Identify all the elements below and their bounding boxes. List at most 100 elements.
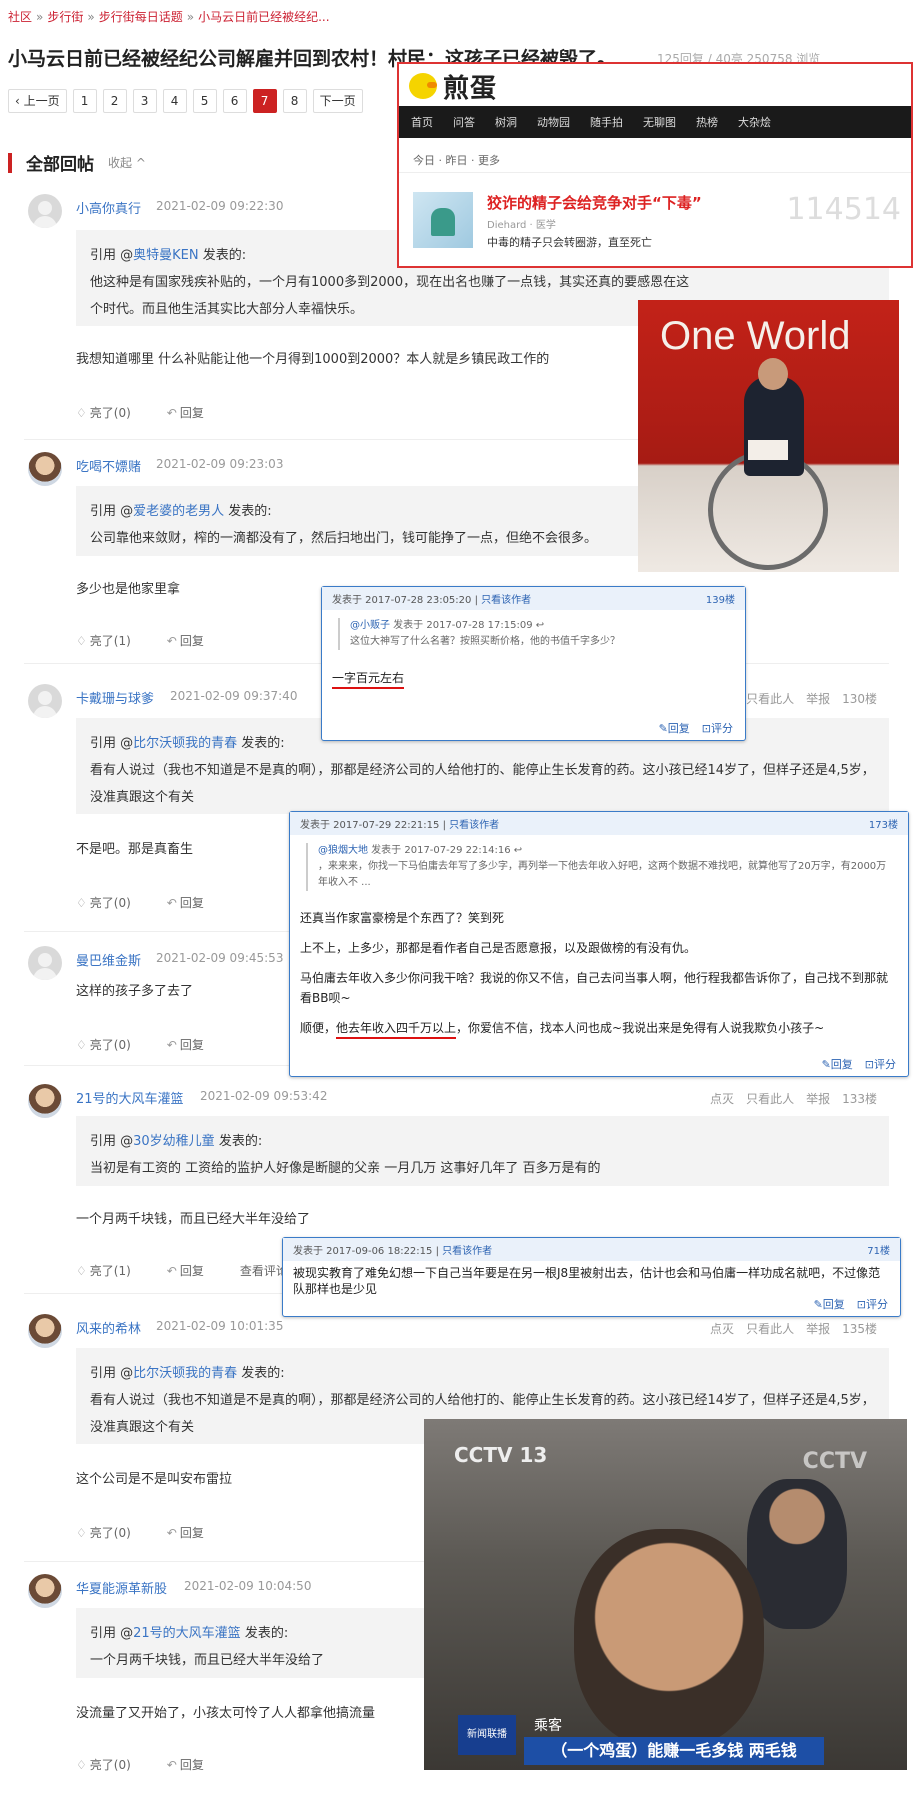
avatar[interactable] (28, 194, 62, 228)
breadcrumb-item-current[interactable]: 小马云日前已经被经纪... (198, 10, 329, 24)
quoted-user-link[interactable]: @小贩子 (350, 620, 390, 631)
page-button[interactable]: 1 (72, 89, 97, 113)
floor-number: 135楼 (842, 1322, 877, 1336)
username-link[interactable]: 华夏能源革新股 (76, 1578, 167, 1597)
only-this-user-button[interactable]: 只看此人 (746, 1090, 794, 1107)
username-link[interactable]: 小高你真行 (76, 198, 141, 217)
post-body: 没流量了又开始了，小孩太可怜了人人都拿他搞流量 (76, 1706, 376, 1721)
username-link[interactable]: 曼巴维金斯 (76, 950, 141, 969)
reply-button[interactable]: ↶ 回复 (167, 894, 204, 911)
username-link[interactable]: 吃喝不嫖赌 (76, 456, 141, 475)
reply-button[interactable]: ↶ 回复 (167, 404, 204, 421)
article-thumbnail[interactable] (413, 192, 473, 248)
reply-button[interactable]: ✎回复 (814, 1296, 845, 1312)
only-this-user-button[interactable]: 只看此人 (746, 1320, 794, 1337)
jiandan-date-filter[interactable]: 今日 · 昨日 · 更多 (413, 152, 500, 168)
nav-item-home[interactable]: 首页 (411, 114, 433, 130)
article-title[interactable]: 狡诈的精子会给竞争对手“下毒” (487, 192, 702, 213)
pencil-icon: ✎ (658, 722, 668, 735)
light-down-button[interactable]: 点灭 (710, 1320, 734, 1337)
light-down-button[interactable]: 点灭 (710, 1090, 734, 1107)
breadcrumb-item-street[interactable]: 步行街 (47, 10, 83, 24)
thumb-icon: ♢ (76, 406, 87, 420)
page-button[interactable]: 6 (222, 89, 247, 113)
page-button[interactable]: 5 (192, 89, 217, 113)
jiandan-logo[interactable]: 煎蛋 (409, 68, 497, 104)
avatar[interactable] (28, 1084, 62, 1118)
nav-item-treehole[interactable]: 树洞 (495, 114, 517, 130)
report-button[interactable]: 举报 (806, 1320, 830, 1337)
rate-button[interactable]: ⊡评分 (865, 1056, 896, 1072)
avatar[interactable] (28, 684, 62, 718)
view-comments-link[interactable]: 查看评论 (240, 1262, 288, 1279)
page-button[interactable]: 4 (162, 89, 187, 113)
quoted-user-link[interactable]: 21号的大风车灌篮 (133, 1626, 241, 1641)
nav-item-snap[interactable]: 随手拍 (590, 114, 623, 130)
rate-button[interactable]: ⊡评分 (857, 1296, 888, 1312)
username-link[interactable]: 风来的希林 (76, 1318, 141, 1337)
reply-icon: ↶ (166, 1264, 177, 1278)
quoted-user-link[interactable]: 比尔沃顿我的青春 (133, 1366, 237, 1381)
breadcrumb-item-community[interactable]: 社区 (8, 10, 32, 24)
nav-item-zoo[interactable]: 动物园 (537, 114, 570, 130)
page-button[interactable]: 2 (102, 89, 127, 113)
breadcrumb-item-topic[interactable]: 步行街每日话题 (99, 10, 183, 24)
light-button[interactable]: ♢ 亮了(0) (76, 404, 131, 421)
only-author-link[interactable]: 只看该作者 (481, 595, 531, 606)
avatar[interactable] (28, 946, 62, 980)
reply-line: 还真当作家富豪榜是个东西了？笑到死 (300, 911, 505, 925)
report-button[interactable]: 举报 (806, 690, 830, 707)
reply-icon: ↶ (166, 1038, 177, 1052)
only-author-link[interactable]: 只看该作者 (449, 820, 499, 831)
reply-box-quote: @小贩子 发表于 2017-07-28 17:15:09 ↩ 这位大神写了什么名… (338, 618, 729, 650)
quoted-user-link[interactable]: 奥特曼KEN (133, 248, 198, 263)
quote-text: 当初是有工资的 工资给的监护人好像是断腿的父亲 一月几万 这事好几年了 百多万是… (90, 1161, 601, 1176)
nav-item-misc[interactable]: 大杂烩 (738, 114, 771, 130)
light-button[interactable]: ♢ 亮了(1) (76, 1262, 131, 1279)
username-link[interactable]: 21号的大风车灌篮 (76, 1088, 184, 1107)
post-body: 多少也是他家里拿 (76, 582, 181, 597)
collapse-toggle[interactable]: 收起 ^ (108, 154, 146, 171)
reply-button[interactable]: ✎回复 (659, 720, 690, 736)
reply-button[interactable]: ↶ 回复 (167, 1262, 204, 1279)
reply-button[interactable]: ↶ 回复 (167, 632, 204, 649)
rate-button[interactable]: ⊡评分 (702, 720, 733, 736)
reply-button[interactable]: ↶ 回复 (167, 1524, 204, 1541)
reply-button[interactable]: ✎回复 (822, 1056, 853, 1072)
only-this-user-button[interactable]: 只看此人 (746, 690, 794, 707)
reply-box-footer: ✎回复 ⊡评分 (659, 720, 733, 736)
light-button[interactable]: ♢ 亮了(0) (76, 1756, 131, 1773)
page-button-active[interactable]: 7 (252, 89, 277, 113)
reply-button[interactable]: ↶ 回复 (167, 1036, 204, 1053)
quoted-user-link[interactable]: 比尔沃顿我的青春 (133, 736, 237, 751)
quoted-user-link[interactable]: 爱老婆的老男人 (133, 504, 224, 519)
light-button[interactable]: ♢ 亮了(0) (76, 894, 131, 911)
quote-block: 引用 @30岁幼稚儿童 发表的: 当初是有工资的 工资给的监护人好像是断腿的父亲… (76, 1116, 889, 1186)
post-time: 2021-02-09 09:45:53 (156, 951, 284, 965)
reply-button[interactable]: ↶ 回复 (167, 1756, 204, 1773)
quoted-user-link[interactable]: 30岁幼稚儿童 (133, 1134, 215, 1149)
post-right-actions: 点灭 只看此人 举报 135楼 (710, 1320, 877, 1337)
nav-item-hot[interactable]: 热榜 (696, 114, 718, 130)
light-button[interactable]: ♢ 亮了(0) (76, 1036, 131, 1053)
username-link[interactable]: 卡戴珊与球爹 (76, 688, 154, 707)
light-button[interactable]: ♢ 亮了(0) (76, 1524, 131, 1541)
report-button[interactable]: 举报 (806, 1090, 830, 1107)
post-actions: ♢ 亮了(0) ↶ 回复 (76, 1036, 204, 1053)
page-button[interactable]: 3 (132, 89, 157, 113)
prev-page-button[interactable]: ‹ 上一页 (8, 89, 67, 113)
forum-reply-box: 发表于 2017-09-06 18:22:15 | 只看该作者 71楼 被现实教… (282, 1237, 901, 1317)
quoted-user-link[interactable]: @狼烟大地 (318, 845, 368, 856)
floor-number: 133楼 (842, 1092, 877, 1106)
page-button[interactable]: 8 (282, 89, 307, 113)
avatar[interactable] (28, 452, 62, 486)
post-body: 这样的孩子多了去了 (76, 984, 194, 999)
light-button[interactable]: ♢ 亮了(1) (76, 632, 131, 649)
avatar[interactable] (28, 1314, 62, 1348)
floor-number: 173楼 (868, 820, 898, 831)
next-page-button[interactable]: 下一页 (312, 89, 363, 113)
avatar[interactable] (28, 1574, 62, 1608)
only-author-link[interactable]: 只看该作者 (442, 1246, 492, 1257)
nav-item-pics[interactable]: 无聊图 (643, 114, 676, 130)
nav-item-qa[interactable]: 问答 (453, 114, 475, 130)
